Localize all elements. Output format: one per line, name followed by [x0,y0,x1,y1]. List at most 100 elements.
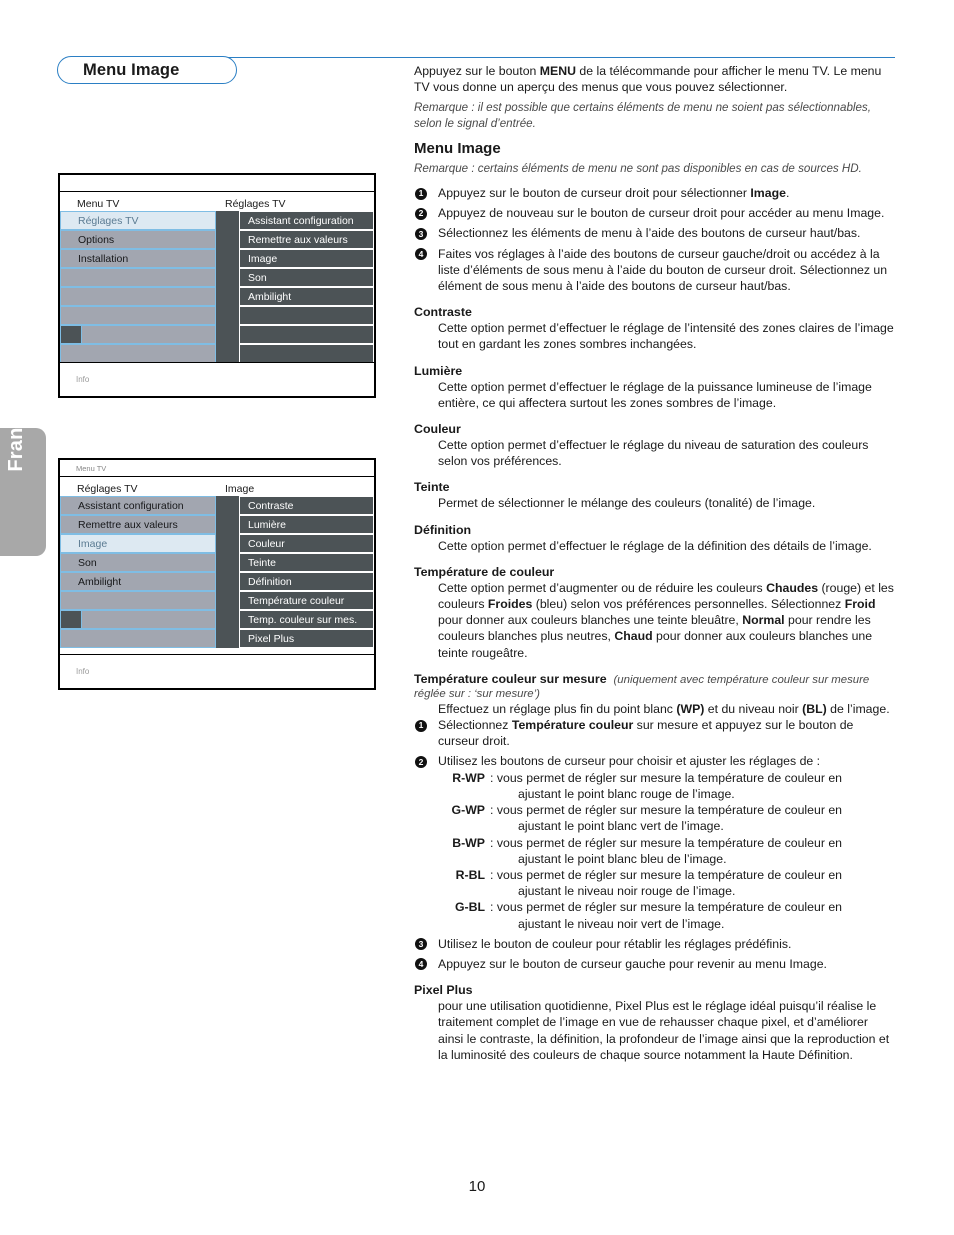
heading-teinte: Teinte [414,480,450,495]
tv-menu-1-left-item-5 [60,306,216,325]
step-number-badge: 3 [415,227,427,240]
tsm-def-body-0: : vous permet de régler sur mesure la te… [490,770,896,802]
tv-menu-2-left-item-4[interactable]: Ambilight [60,572,216,591]
tv-menu-2-left-item-3[interactable]: Son [60,553,216,572]
tv-menu-1-left-item-3 [60,268,216,287]
tsm-def-row-1: G-WP : vous permet de régler sur mesure … [438,802,896,834]
page-number: 10 [468,1178,486,1195]
tc-b1: Chaudes [766,580,819,595]
tv-menu-2-right-item-2[interactable]: Couleur [239,534,374,553]
main-content: Appuyez sur le bouton MENU de la télécom… [414,63,896,1063]
tsm-def-row-0: R-WP : vous permet de régler sur mesure … [438,770,896,802]
heading-couleur: Couleur [414,422,461,437]
tv-menu-1-left-item-4 [60,287,216,306]
main-step-2: 2 Appuyez de nouveau sur le bouton de cur… [414,205,896,221]
tv-menu-1-right-item-5 [239,306,374,325]
tsm-steps-list: 1 Sélectionnez Température couleur sur me… [414,717,896,972]
heading-contraste: Contraste [414,305,472,320]
tv-menu-1-left-item-0[interactable]: Réglages TV [60,211,216,230]
tv-menu-2-left-item-6 [60,610,216,629]
tv-menu-2-right-item-3[interactable]: Teinte [239,553,374,572]
tsm-def-term-4: G-BL [454,900,485,915]
tv-menu-1-left-item-6-marker [61,326,82,343]
text-temperature-couleur: Cette option permet d’augmenter ou de ré… [414,580,896,661]
tv-menu-1-body: Réglages TV Options Installation Assista… [60,211,374,363]
tv-menu-2-right-item-1[interactable]: Lumière [239,515,374,534]
menu-keyword: MENU [539,64,577,78]
tv-menu-2-left-column: Assistant configuration Remettre aux val… [60,496,216,648]
tv-menu-1-left-item-2[interactable]: Installation [60,249,216,268]
main-steps-list: 1 Appuyez sur le bouton de curseur droit … [414,185,896,294]
tv-menu-2-right-item-7[interactable]: Pixel Plus [239,629,374,648]
tsm-def-term-0: R-WP [452,770,485,785]
tv-menu-1-right-item-3[interactable]: Son [239,268,374,287]
tc-b2: Froides [487,597,533,612]
tv-menu-2-left-item-2[interactable]: Image [60,534,216,553]
tsm-heading-text: Température couleur sur mesure [414,671,607,686]
main-step-1-bold: Image [750,186,786,201]
intro-part1: Appuyez sur le bouton [414,64,540,78]
tsm-step-3-text: Utilisez le bouton de couleur pour rétab… [438,936,792,951]
tv-menu-2-right-item-5[interactable]: Température couleur [239,591,374,610]
tv-menu-1-info-label: Info [76,375,90,384]
tv-menu-1-left-item-6-body [82,326,215,343]
tsm-def-term-3: R-BL [455,867,485,882]
intro-note: Remarque : il est possible que certains … [414,101,871,130]
tv-menu-1-left-item-7 [60,344,216,363]
tsm-def-line1-2: : vous permet de régler sur mesure la te… [490,835,843,850]
tsm-step-4: 4 Appuyez sur le bouton de curseur gauche… [414,956,896,972]
heading-temperature-couleur: Température de couleur [414,564,555,579]
tc-t1: Cette option permet d’augmenter ou de ré… [438,580,767,595]
tv-menu-2-left-item-6-marker [61,611,82,628]
tv-menu-2-info-bar: Info [60,654,374,688]
tv-menu-1-right-item-1[interactable]: Remettre aux valeurs [239,230,374,249]
tc-t3: (bleu) selon vos préférences personnelle… [532,597,845,612]
text-pixel-plus: pour une utilisation quotidienne, Pixel … [438,999,890,1062]
tv-menu-2-right-item-4[interactable]: Définition [239,572,374,591]
step-number-badge: 1 [415,719,427,732]
heading-definition: Définition [414,522,472,537]
tv-menu-2-right-item-0[interactable]: Contraste [239,496,374,515]
text-temperature-sur-mesure-intro: Effectuez un réglage plus fin du point b… [414,701,896,717]
tv-menu-2-right-column: Contraste Lumière Couleur Teinte Définit… [239,496,374,648]
tsm-def-line1-0: : vous permet de régler sur mesure la te… [490,770,843,785]
tv-menu-2-left-header: Réglages TV [77,483,138,495]
tv-menu-2-left-item-1[interactable]: Remettre aux valeurs [60,515,216,534]
tsm-bl: (BL) [802,701,827,716]
tsm-def-row-3: R-BL : vous permet de régler sur mesure … [438,867,896,899]
tv-menu-1-left-item-1[interactable]: Options [60,230,216,249]
tsm-def-line1-4: : vous permet de régler sur mesure la te… [490,900,843,915]
heading-lumiere: Lumière [414,363,463,378]
tc-b4: Normal [742,613,785,628]
text-definition: Cette option permet d’effectuer le régla… [438,538,872,553]
tv-menu-2-right-header: Image [225,483,255,495]
tv-menu-1-right-column: Assistant configuration Remettre aux val… [239,211,374,363]
text-couleur: Cette option permet d’effectuer le régla… [438,438,869,469]
tv-menu-1-right-header: Réglages TV [225,198,286,210]
tsm-def-term-1: G-WP [451,803,485,818]
tv-menu-2-left-item-6-body [82,611,215,628]
tv-menu-2-right-item-6[interactable]: Temp. couleur sur mes. [239,610,374,629]
tv-menu-2-left-item-0[interactable]: Assistant configuration [60,496,216,515]
tv-menu-1-right-item-0[interactable]: Assistant configuration [239,211,374,230]
tsm-step-1-pre: Sélectionnez [438,718,512,733]
tsm-def-row-4: G-BL : vous permet de régler sur mesure … [438,899,896,931]
intro-paragraph: Appuyez sur le bouton MENU de la télécom… [414,63,896,95]
step-number-badge: 4 [415,958,427,971]
main-step-2-text: Appuyez de nouveau sur le bouton de curs… [438,206,885,221]
tsm-step-2-text: Utilisez les boutons de curseur pour cho… [438,754,821,769]
main-step-4: 4 Faites vos réglages à l’aide des bouton… [414,246,896,295]
tsm-step-4-text: Appuyez sur le bouton de curseur gauche … [438,956,827,971]
heading-temperature-sur-mesure: Température couleur sur mesure (uniqueme… [414,672,896,700]
tv-menu-1-left-item-6 [60,325,216,344]
section-note: Remarque : certains éléments de menu ne … [414,161,862,175]
tsm-step-3: 3 Utilisez le bouton de couleur pour réta… [414,936,896,952]
main-step-4-text: Faites vos réglages à l’aide des boutons… [438,246,888,294]
tv-menu-2-left-item-7 [60,629,216,648]
tv-menu-1-right-item-2[interactable]: Image [239,249,374,268]
main-step-3-text: Sélectionnez les éléments de menu à l’ai… [438,226,861,241]
tv-menu-2-topbar-label: Menu TV [76,463,107,473]
language-tab-label: Française [4,376,27,472]
tv-menu-1-right-item-4[interactable]: Ambilight [239,287,374,306]
step-number-badge: 4 [415,248,427,261]
